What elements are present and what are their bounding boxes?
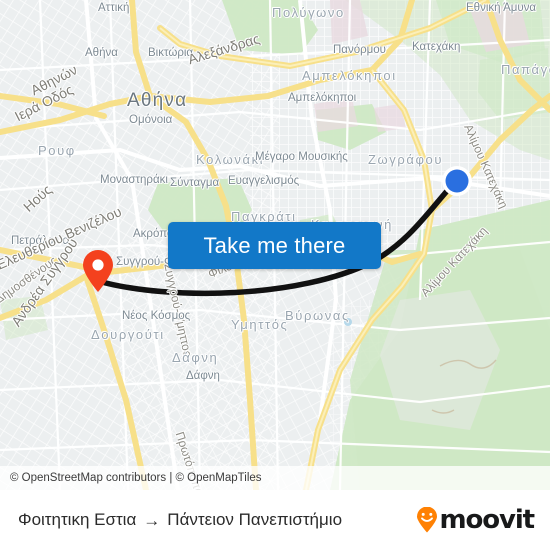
moovit-wordmark: moovit (439, 505, 535, 535)
footer-bar: Φοιτητικη Εστια → Πάντειον Πανεπιστήμιο … (0, 490, 550, 550)
attribution-text[interactable]: © OpenStreetMap contributors | © OpenMap… (10, 472, 262, 484)
map-attribution: © OpenStreetMap contributors | © OpenMap… (0, 466, 550, 490)
route-origin-label: Φοιτητικη Εστια (18, 510, 137, 529)
moovit-pin-smiley-icon (416, 506, 438, 533)
moovit-map-page: Αττική Πολύγωνο Εθνική Άμυνα Αθήνα Βικτώρια Π… (0, 0, 550, 550)
moovit-logo[interactable]: moovit (416, 505, 535, 535)
arrow-right-icon: → (143, 510, 161, 530)
take-me-there-button[interactable]: Take me there (168, 222, 381, 269)
route-summary: Φοιτητικη Εστια → Πάντειον Πανεπιστήμιο (18, 510, 416, 530)
map-canvas[interactable]: Αττική Πολύγωνο Εθνική Άμυνα Αθήνα Βικτώρια Π… (0, 0, 550, 490)
route-destination-label: Πάντειον Πανεπιστήμιο (167, 510, 343, 529)
